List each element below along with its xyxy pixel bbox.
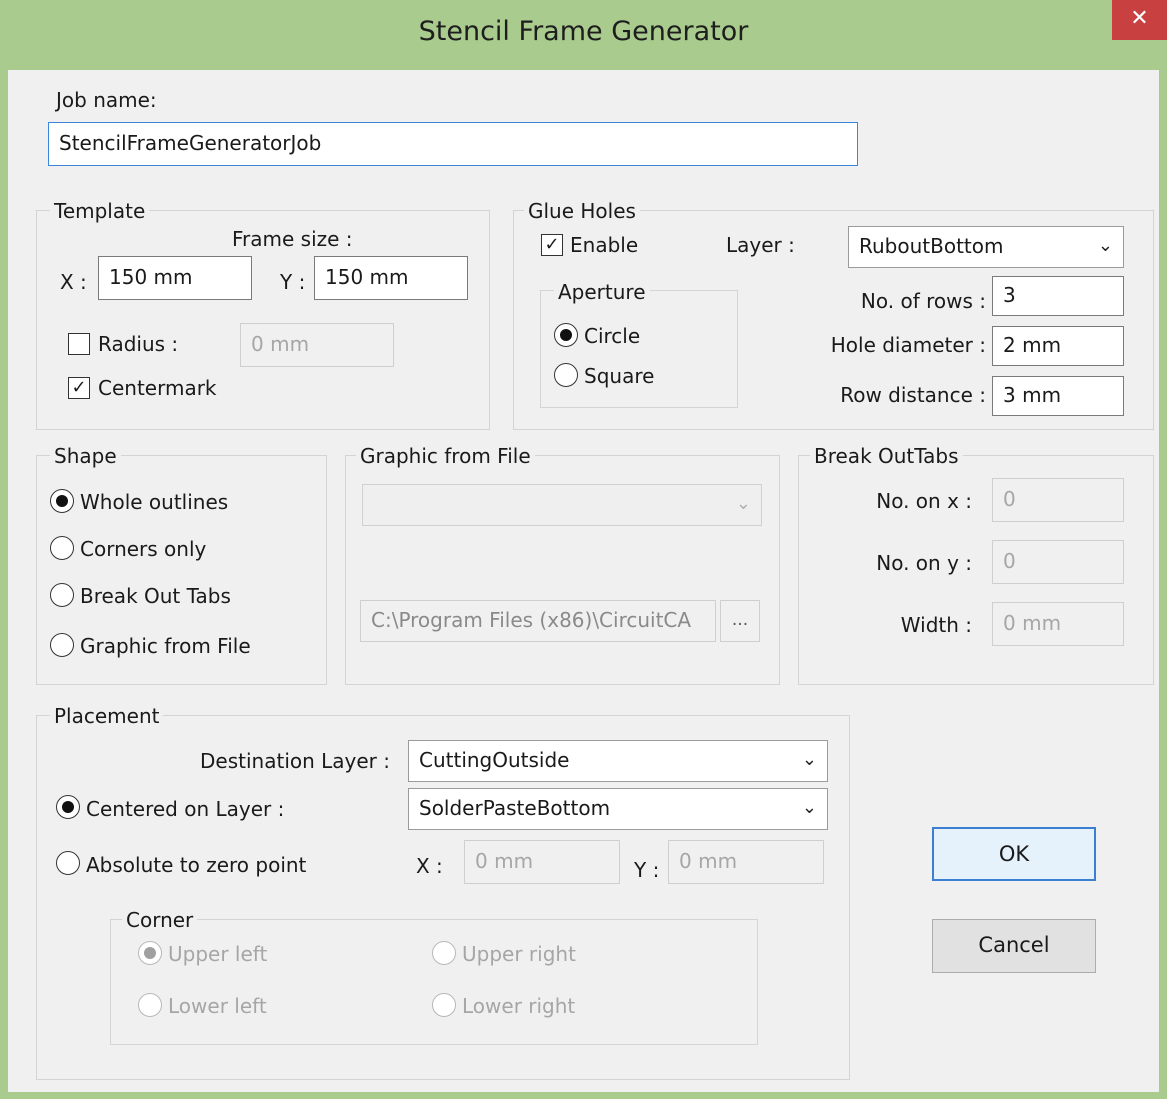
shape-corners-only-radio[interactable]	[50, 536, 74, 560]
centered-on-layer-label: Centered on Layer :	[86, 797, 285, 821]
corner-lower-right-label: Lower right	[462, 994, 576, 1018]
aperture-square-radio[interactable]	[554, 363, 578, 387]
frame-x-label: X :	[60, 270, 87, 294]
corner-lower-left-radio[interactable]	[138, 993, 162, 1017]
centered-layer-value: SolderPasteBottom	[419, 796, 611, 820]
radio-selected-dot	[56, 495, 68, 507]
cancel-button[interactable]: Cancel	[932, 919, 1096, 973]
radio-selected-dot	[144, 947, 156, 959]
centered-layer-dropdown[interactable]: SolderPasteBottom ⌄	[408, 788, 828, 830]
tabs-no-y-input[interactable]: 0	[992, 540, 1124, 584]
title-bar[interactable]: Stencil Frame Generator ✕	[0, 0, 1167, 70]
chevron-down-icon: ⌄	[735, 493, 751, 514]
corner-group	[110, 919, 758, 1045]
dialog-client-area: Job name: StencilFrameGeneratorJob Templ…	[8, 70, 1159, 1092]
graphic-file-path-input[interactable]: C:\Program Files (x86)\CircuitCA	[360, 600, 716, 642]
graphic-from-file-legend: Graphic from File	[356, 444, 535, 468]
job-name-input[interactable]: StencilFrameGeneratorJob	[48, 122, 858, 166]
radius-checkbox[interactable]	[68, 333, 90, 355]
aperture-circle-radio[interactable]	[554, 323, 578, 347]
aperture-group	[540, 290, 738, 408]
destination-layer-value: CuttingOutside	[419, 748, 570, 772]
tabs-width-input[interactable]: 0 mm	[992, 602, 1124, 646]
ok-button[interactable]: OK	[932, 827, 1096, 881]
hole-diameter-input[interactable]: 2 mm	[992, 326, 1124, 366]
corner-upper-right-radio[interactable]	[432, 941, 456, 965]
absolute-zero-point-label: Absolute to zero point	[86, 853, 307, 877]
job-name-label: Job name:	[56, 88, 157, 112]
placement-y-input[interactable]: 0 mm	[668, 840, 824, 884]
glue-layer-label: Layer :	[726, 233, 795, 257]
shape-option-label: Whole outlines	[80, 490, 229, 514]
shape-option-label: Break Out Tabs	[80, 584, 231, 608]
corner-upper-right-label: Upper right	[462, 942, 576, 966]
corner-upper-left-label: Upper left	[168, 942, 268, 966]
radius-input[interactable]: 0 mm	[240, 323, 394, 367]
tabs-no-x-label: No. on x :	[876, 489, 972, 513]
row-distance-input[interactable]: 3 mm	[992, 376, 1124, 416]
shape-legend: Shape	[50, 444, 121, 468]
aperture-circle-label: Circle	[584, 324, 641, 348]
shape-option-label: Graphic from File	[80, 634, 251, 658]
aperture-legend: Aperture	[554, 280, 650, 304]
glue-enable-checkbox[interactable]: ✓	[541, 234, 563, 256]
destination-layer-label: Destination Layer :	[200, 749, 390, 773]
window-title: Stencil Frame Generator	[418, 16, 749, 47]
close-icon[interactable]: ✕	[1130, 6, 1148, 31]
frame-size-label: Frame size :	[232, 227, 353, 251]
glue-layer-value: RuboutBottom	[859, 234, 1004, 258]
glue-rows-label: No. of rows :	[860, 289, 986, 313]
chevron-down-icon: ⌄	[1097, 235, 1113, 256]
radius-label: Radius :	[98, 332, 179, 356]
hole-diameter-label: Hole diameter :	[830, 333, 986, 357]
tabs-no-x-input[interactable]: 0	[992, 478, 1124, 522]
corner-lower-left-label: Lower left	[168, 994, 267, 1018]
frame-x-input[interactable]: 150 mm	[98, 256, 252, 300]
shape-graphic-from-file-radio[interactable]	[50, 633, 74, 657]
close-button[interactable]: ✕	[1112, 0, 1167, 40]
glue-enable-label: Enable	[570, 233, 639, 257]
dialog-window: Stencil Frame Generator ✕ Job name: Sten…	[0, 0, 1167, 1099]
glue-rows-input[interactable]: 3	[992, 276, 1124, 316]
placement-y-label: Y :	[634, 858, 660, 882]
aperture-square-label: Square	[584, 364, 655, 388]
tabs-no-y-label: No. on y :	[876, 551, 972, 575]
template-legend: Template	[50, 199, 150, 223]
shape-whole-outlines-radio[interactable]	[50, 489, 74, 513]
placement-x-input[interactable]: 0 mm	[464, 840, 620, 884]
corner-upper-left-radio[interactable]	[138, 941, 162, 965]
graphic-file-dropdown[interactable]: ⌄	[362, 484, 762, 526]
corner-legend: Corner	[122, 908, 198, 932]
placement-x-label: X :	[416, 854, 443, 878]
browse-button[interactable]: ...	[720, 600, 760, 642]
shape-break-out-tabs-radio[interactable]	[50, 583, 74, 607]
shape-option-label: Corners only	[80, 537, 207, 561]
tabs-width-label: Width :	[900, 613, 972, 637]
chevron-down-icon: ⌄	[801, 749, 817, 770]
glue-holes-legend: Glue Holes	[524, 199, 640, 223]
break-out-tabs-legend: Break OutTabs	[810, 444, 963, 468]
corner-lower-right-radio[interactable]	[432, 993, 456, 1017]
frame-y-input[interactable]: 150 mm	[314, 256, 468, 300]
chevron-down-icon: ⌄	[801, 797, 817, 818]
frame-y-label: Y :	[280, 270, 306, 294]
glue-layer-dropdown[interactable]: RuboutBottom ⌄	[848, 226, 1124, 268]
radio-selected-dot	[560, 329, 572, 341]
row-distance-label: Row distance :	[840, 383, 986, 407]
destination-layer-dropdown[interactable]: CuttingOutside ⌄	[408, 740, 828, 782]
placement-legend: Placement	[50, 704, 164, 728]
radio-selected-dot	[62, 801, 74, 813]
centered-on-layer-radio[interactable]	[56, 795, 80, 819]
centermark-label: Centermark	[98, 376, 217, 400]
absolute-zero-point-radio[interactable]	[56, 851, 80, 875]
centermark-checkbox[interactable]: ✓	[68, 377, 90, 399]
